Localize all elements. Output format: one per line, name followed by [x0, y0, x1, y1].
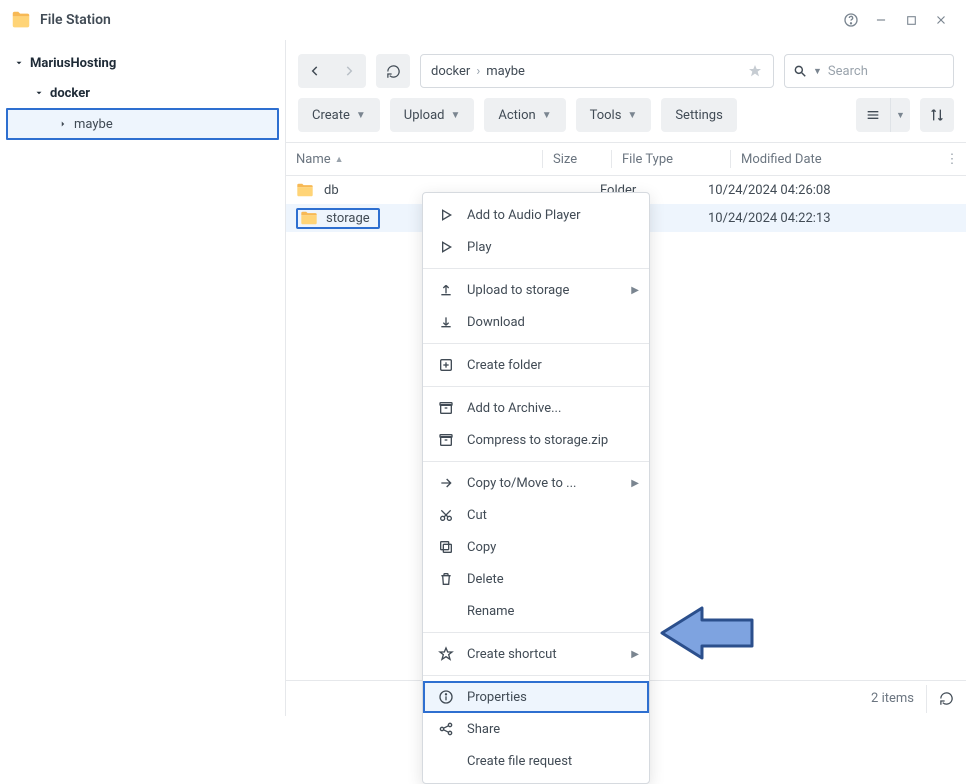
menu-download[interactable]: Download	[423, 306, 649, 338]
menu-play[interactable]: Play	[423, 231, 649, 263]
menu-share[interactable]: Share	[423, 713, 649, 745]
sort-asc-icon: ▲	[335, 154, 344, 165]
nav-group	[298, 54, 366, 88]
download-icon	[437, 313, 455, 331]
menu-properties[interactable]: Properties	[423, 681, 649, 713]
tree-item-label: docker	[50, 86, 90, 101]
settings-button[interactable]: Settings	[661, 98, 736, 132]
close-button[interactable]	[926, 5, 956, 35]
archive-icon	[437, 399, 455, 417]
upload-icon	[437, 281, 455, 299]
info-icon	[437, 688, 455, 706]
chevron-right-icon: ▶	[631, 285, 639, 296]
table-header: Name▲ Size File Type Modified Date ⋮	[286, 142, 966, 176]
play-outline-icon	[437, 206, 455, 224]
folder-icon	[300, 211, 318, 225]
action-button[interactable]: Action▼	[484, 98, 565, 132]
menu-create-folder[interactable]: Create folder	[423, 349, 649, 381]
chevron-right-icon: ▶	[631, 478, 639, 489]
play-icon	[437, 238, 455, 256]
view-mode-group: ▼	[856, 98, 910, 132]
menu-shortcut[interactable]: Create shortcut ▶	[423, 638, 649, 670]
nav-toolbar: docker › maybe ▼	[286, 40, 966, 94]
menu-cut[interactable]: Cut	[423, 499, 649, 531]
copy-icon	[437, 538, 455, 556]
chevron-down-icon[interactable]: ▼	[813, 66, 822, 77]
menu-delete[interactable]: Delete	[423, 563, 649, 595]
menu-file-request[interactable]: Create file request	[423, 745, 649, 777]
menu-copy[interactable]: Copy	[423, 531, 649, 563]
tree-item-label: maybe	[74, 117, 113, 132]
menu-compress[interactable]: Compress to storage.zip	[423, 424, 649, 456]
reload-button[interactable]	[376, 54, 410, 88]
folder-icon	[296, 183, 314, 197]
chevron-right-icon	[56, 117, 70, 131]
menu-copy-move[interactable]: Copy to/Move to ... ▶	[423, 467, 649, 499]
menu-add-archive[interactable]: Add to Archive...	[423, 392, 649, 424]
context-menu: Add to Audio Player Play Upload to stora…	[422, 192, 650, 784]
list-view-button[interactable]	[856, 98, 890, 132]
file-date: 10/24/2024 04:22:13	[708, 211, 966, 226]
minimize-button[interactable]	[866, 5, 896, 35]
column-name[interactable]: Name▲	[286, 152, 542, 167]
action-toolbar: Create▼ Upload▼ Action▼ Tools▼ Settings …	[286, 94, 966, 142]
new-folder-icon	[437, 356, 455, 374]
breadcrumb-seg[interactable]: docker	[431, 64, 470, 79]
menu-add-audio[interactable]: Add to Audio Player	[423, 199, 649, 231]
file-name: db	[324, 183, 339, 198]
item-count: 2 items	[871, 691, 914, 706]
trash-icon	[437, 570, 455, 588]
upload-button[interactable]: Upload▼	[390, 98, 475, 132]
share-icon	[437, 720, 455, 738]
titlebar: File Station	[0, 0, 966, 40]
cut-icon	[437, 506, 455, 524]
breadcrumb-seg[interactable]: maybe	[486, 64, 525, 79]
column-size[interactable]: Size	[553, 152, 611, 167]
search-input[interactable]	[828, 64, 945, 79]
blank-icon	[437, 602, 455, 620]
breadcrumb: docker › maybe	[420, 54, 774, 88]
annotation-arrow	[652, 598, 762, 668]
reload-button[interactable]	[926, 685, 954, 713]
sort-button[interactable]	[920, 98, 954, 132]
forward-button[interactable]	[332, 54, 366, 88]
chevron-right-icon: ▶	[631, 649, 639, 660]
file-name: storage	[326, 211, 370, 226]
search-box[interactable]: ▼	[784, 54, 954, 88]
help-button[interactable]	[836, 5, 866, 35]
tree-item-docker[interactable]: docker	[6, 78, 279, 108]
create-button[interactable]: Create▼	[298, 98, 380, 132]
back-button[interactable]	[298, 54, 332, 88]
column-menu[interactable]: ⋮	[938, 152, 966, 167]
chevron-down-icon	[32, 86, 46, 100]
tree-item-maybe[interactable]: maybe	[6, 108, 279, 140]
menu-upload-to[interactable]: Upload to storage ▶	[423, 274, 649, 306]
compress-icon	[437, 431, 455, 449]
chevron-right-icon: ›	[476, 64, 480, 79]
search-icon	[793, 64, 807, 78]
move-icon	[437, 474, 455, 492]
tools-button[interactable]: Tools▼	[576, 98, 652, 132]
sidebar: MariusHosting docker maybe	[0, 40, 286, 716]
star-icon[interactable]	[747, 63, 763, 79]
view-mode-dropdown[interactable]: ▼	[890, 98, 910, 132]
star-icon	[437, 645, 455, 663]
column-type[interactable]: File Type	[622, 152, 730, 167]
app-title: File Station	[40, 12, 111, 28]
maximize-button[interactable]	[896, 5, 926, 35]
tree-root-label: MariusHosting	[30, 56, 116, 71]
column-date[interactable]: Modified Date	[741, 152, 938, 167]
selected-file-outline: storage	[296, 208, 380, 229]
menu-rename[interactable]: Rename	[423, 595, 649, 627]
app-icon	[10, 9, 32, 31]
blank-icon	[437, 752, 455, 770]
file-date: 10/24/2024 04:26:08	[708, 183, 966, 198]
chevron-down-icon	[12, 56, 26, 70]
tree-root[interactable]: MariusHosting	[6, 48, 279, 78]
